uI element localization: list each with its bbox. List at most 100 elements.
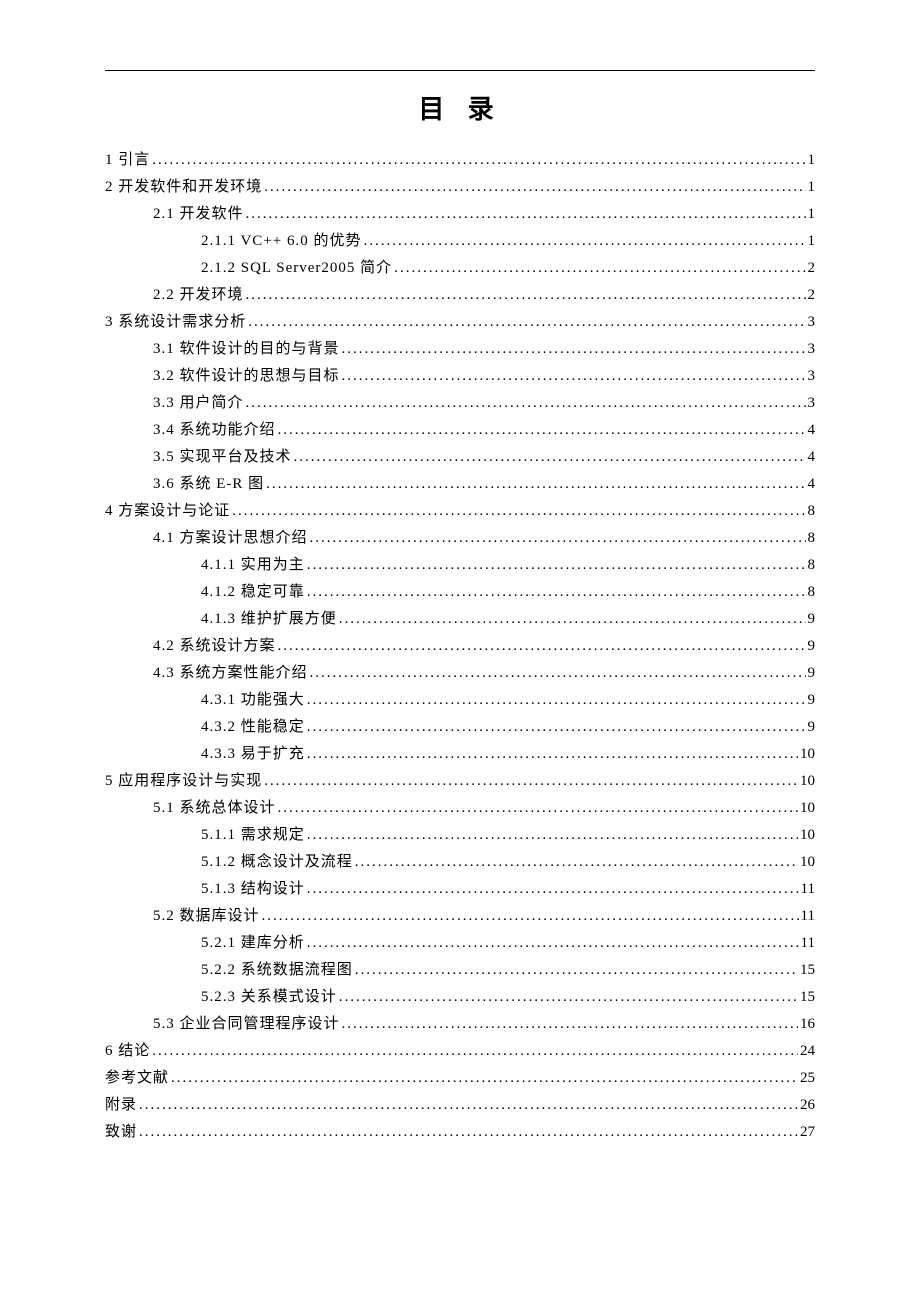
toc-entry: 4.2 系统设计方案 9 [105,632,815,659]
toc-entry-page: 2 [806,283,816,307]
toc-entry: 附录26 [105,1091,815,1118]
toc-entry-label: 4.3 系统方案性能介绍 [153,661,308,685]
toc-dot-leader [308,661,806,685]
toc-entry-page: 16 [798,1012,815,1036]
toc-dot-leader [150,148,805,172]
toc-dot-leader [276,634,806,658]
toc-entry-label: 5.1.3 结构设计 [201,877,305,901]
toc-dot-leader [244,283,806,307]
toc-entry-page: 10 [798,796,815,820]
toc-entry: 5.1.1 需求规定 10 [105,821,815,848]
toc-dot-leader [244,202,806,226]
toc-entry-page: 4 [806,472,816,496]
toc-entry-label: 5.3 企业合同管理程序设计 [153,1012,340,1036]
toc-entry-label: 参考文献 [105,1066,169,1090]
toc-entry-page: 8 [806,553,816,577]
toc-entry-label: 4.1.3 维护扩展方便 [201,607,337,631]
toc-dot-leader [246,310,805,334]
toc-entry: 3 系统设计需求分析3 [105,308,815,335]
toc-entry-page: 10 [798,823,815,847]
toc-entry: 4.3 系统方案性能介绍 9 [105,659,815,686]
toc-entry-label: 3.5 实现平台及技术 [153,445,292,469]
toc-dot-leader [305,688,806,712]
toc-dot-leader [137,1120,798,1144]
toc-entry-label: 4.2 系统设计方案 [153,634,276,658]
toc-entry-page: 10 [798,850,815,874]
toc-dot-leader [362,229,806,253]
toc-entry: 2.2 开发环境 2 [105,281,815,308]
toc-entry: 2.1 开发软件 1 [105,200,815,227]
toc-entry: 5.2.1 建库分析11 [105,929,815,956]
toc-dot-leader [292,445,806,469]
toc-dot-leader [353,850,798,874]
toc-entry: 4.1.1 实用为主8 [105,551,815,578]
toc-dot-leader [262,769,798,793]
toc-entry-label: 6 结论 [105,1039,150,1063]
toc-entry-page: 27 [798,1120,815,1144]
toc-entry-page: 9 [806,715,816,739]
toc-entry-page: 3 [806,337,816,361]
toc-entry: 5.3 企业合同管理程序设计 16 [105,1010,815,1037]
toc-entry: 致谢 27 [105,1118,815,1145]
toc-entry-page: 10 [798,742,815,766]
toc-entry-page: 9 [806,688,816,712]
toc-dot-leader [353,958,798,982]
toc-entry: 3.3 用户简介 3 [105,389,815,416]
toc-entry-label: 1 引言 [105,148,150,172]
toc-entry: 4.3.2 性能稳定 9 [105,713,815,740]
toc-entry-page: 2 [806,256,816,280]
toc-entry-label: 5.1.1 需求规定 [201,823,305,847]
toc-entry: 5.1.3 结构设计11 [105,875,815,902]
toc-dot-leader [150,1039,798,1063]
toc-entry-label: 5.1.2 概念设计及流程 [201,850,353,874]
toc-dot-leader [230,499,805,523]
toc-entry-page: 3 [806,364,816,388]
toc-dot-leader [305,553,806,577]
toc-entry: 3.1 软件设计的目的与背景 3 [105,335,815,362]
toc-entry: 5.1 系统总体设计 10 [105,794,815,821]
toc-entry-page: 9 [806,634,816,658]
toc-entry-page: 11 [799,931,815,955]
toc-entry: 5.2.3 关系模式设计 15 [105,983,815,1010]
toc-entry-label: 3 系统设计需求分析 [105,310,246,334]
toc-entry: 4.1.3 维护扩展方便9 [105,605,815,632]
toc-entry-label: 3.3 用户简介 [153,391,244,415]
toc-entry: 6 结论 24 [105,1037,815,1064]
toc-entry: 5.2.2 系统数据流程图15 [105,956,815,983]
toc-dot-leader [305,580,806,604]
toc-entry-label: 5 应用程序设计与实现 [105,769,262,793]
toc-entry-label: 2.1 开发软件 [153,202,244,226]
toc-entry: 2 开发软件和开发环境1 [105,173,815,200]
toc-entry-label: 4.3.2 性能稳定 [201,715,305,739]
toc-entry-label: 3.1 软件设计的目的与背景 [153,337,340,361]
toc-entry: 5 应用程序设计与实现10 [105,767,815,794]
toc-entry-page: 11 [799,904,815,928]
toc-dot-leader [337,607,806,631]
toc-entry-page: 15 [798,985,815,1009]
toc-entry: 4.1.2 稳定可靠8 [105,578,815,605]
toc-entry-page: 3 [806,391,816,415]
toc-entry-label: 2.1.1 VC++ 6.0 的优势 [201,229,362,253]
toc-entry-page: 1 [806,202,816,226]
toc-dot-leader [244,391,806,415]
toc-entry: 参考文献25 [105,1064,815,1091]
toc-dot-leader [262,175,805,199]
toc-dot-leader [305,742,798,766]
toc-entry-page: 4 [806,445,816,469]
toc-entry-label: 5.1 系统总体设计 [153,796,276,820]
toc-entry-label: 2 开发软件和开发环境 [105,175,262,199]
toc-entry-label: 附录 [105,1093,137,1117]
toc-entry-page: 24 [798,1039,815,1063]
toc-entry-label: 5.2.3 关系模式设计 [201,985,337,1009]
toc-list: 1 引言12 开发软件和开发环境12.1 开发软件 1 2.1.1 VC++ 6.0… [105,146,815,1145]
toc-entry-label: 2.2 开发环境 [153,283,244,307]
toc-entry-label: 4.3.3 易于扩充 [201,742,305,766]
toc-dot-leader [340,364,806,388]
toc-dot-leader [305,877,799,901]
toc-entry-page: 8 [806,580,816,604]
toc-entry-label: 4 方案设计与论证 [105,499,230,523]
toc-entry-page: 9 [806,661,816,685]
toc-entry-label: 致谢 [105,1120,137,1144]
toc-entry: 1 引言1 [105,146,815,173]
toc-dot-leader [137,1093,798,1117]
